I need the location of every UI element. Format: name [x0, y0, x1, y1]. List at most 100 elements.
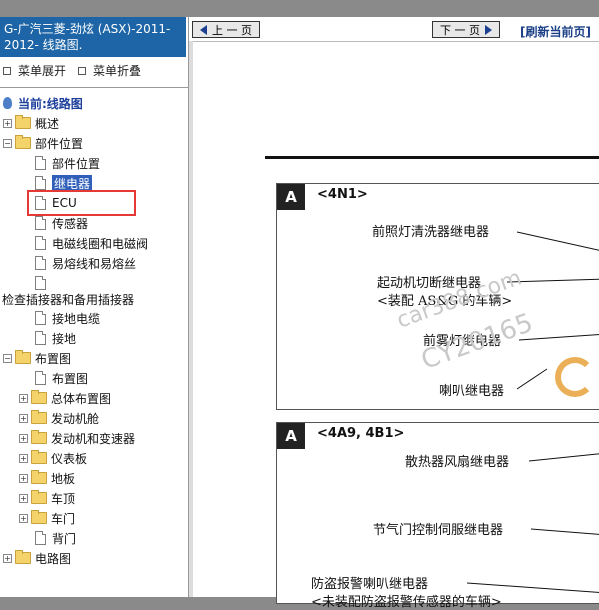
tree-item-label: 传感器 — [52, 216, 89, 231]
tree-item-label-selected: 继电器 — [52, 174, 93, 192]
current-location-label: 当前:线路图 — [18, 96, 83, 111]
tree-item-label: 车顶 — [51, 491, 76, 506]
tree-item-engine-transmission[interactable]: + 发动机和变速器 — [19, 428, 135, 448]
document-icon — [35, 531, 46, 545]
folder-icon — [15, 550, 31, 564]
document-icon — [35, 156, 46, 170]
tree-item-engine-compartment[interactable]: + 发动机舱 — [19, 408, 99, 428]
highlight-box — [27, 190, 136, 216]
tree-item-label: 检查插接器和备用插接器 — [2, 292, 135, 307]
expand-plus-icon[interactable]: + — [3, 118, 12, 128]
document-icon — [35, 311, 46, 325]
tree-item-label: 发动机和变速器 — [51, 431, 136, 446]
collapse-minus-icon[interactable]: − — [3, 138, 12, 148]
relay-diagram-panel-4a9: A <4A9, 4B1> 散热器风扇继电器 节气门控制伺服继电器 防盗报警喇叭继… — [276, 422, 599, 610]
tree-item-check-connector[interactable]: 检查插接器和备用插接器 — [2, 289, 134, 309]
tree-item-ground-cable[interactable]: 接地电缆 — [35, 308, 100, 328]
tree-item-instrument-panel[interactable]: + 仪表板 — [19, 448, 87, 468]
prev-page-button[interactable]: 上 一 页 — [192, 21, 260, 38]
tree-item-label: 布置图 — [35, 351, 72, 366]
tree-item-label: 电路图 — [35, 551, 72, 566]
refresh-page-link[interactable]: [刷新当前页] — [520, 23, 591, 40]
tree-item-floor[interactable]: + 地板 — [19, 468, 75, 488]
frame-edge — [189, 41, 193, 597]
content-frame: 上 一 页 下 一 页 [刷新当前页] A <4N1> 前照灯清洗器继电器 起动… — [189, 17, 599, 610]
location-pin-icon — [3, 97, 12, 109]
logo-mark-icon — [555, 357, 595, 397]
document-icon — [35, 276, 46, 290]
next-page-button[interactable]: 下 一 页 — [432, 21, 500, 38]
tree-item-roof[interactable]: + 车顶 — [19, 488, 75, 508]
tree-item-label: 部件位置 — [52, 156, 101, 171]
tree-item-label: 地板 — [51, 471, 76, 486]
tree-item-fusible-link[interactable]: 易熔线和易熔丝 — [35, 253, 136, 273]
tree-item-sensor[interactable]: 传感器 — [35, 213, 88, 233]
arrow-left-icon — [200, 24, 207, 35]
document-icon — [35, 256, 46, 270]
menu-collapse-button[interactable]: 菜单折叠 — [78, 62, 141, 79]
expand-plus-icon[interactable]: + — [19, 453, 28, 463]
leader-lines-2 — [466, 453, 599, 593]
navigation-panel: G-广汽三菱-劲炫 (ASX)-2011-2012- 线路图. 菜单展开 菜单折… — [0, 17, 189, 597]
tree-item-label: 部件位置 — [35, 136, 84, 151]
menu-collapse-label: 菜单折叠 — [93, 64, 142, 78]
expand-plus-icon[interactable]: + — [19, 433, 28, 443]
tree-item-general-layout[interactable]: + 总体布置图 — [19, 388, 111, 408]
expand-plus-icon[interactable]: + — [19, 493, 28, 503]
tree-item-solenoid[interactable]: 电磁线圈和电磁阀 — [35, 233, 148, 253]
folder-icon — [15, 115, 31, 129]
tree-item-label: 接地电缆 — [52, 311, 101, 326]
folder-icon — [31, 510, 47, 524]
tree-item-back-door[interactable]: 背门 — [35, 528, 76, 548]
tree-item-label: 概述 — [35, 116, 60, 131]
menu-expand-button[interactable]: 菜单展开 — [3, 62, 66, 79]
collapse-square-icon — [78, 66, 86, 75]
folder-icon — [31, 470, 47, 484]
tree-item-ground[interactable]: 接地 — [35, 328, 76, 348]
tree-item-layout-page[interactable]: 布置图 — [35, 368, 88, 388]
tree-item-label: 总体布置图 — [51, 391, 112, 406]
expand-square-icon — [3, 66, 11, 75]
expand-plus-icon[interactable]: + — [19, 393, 28, 403]
folder-icon — [31, 430, 47, 444]
tree-item-component-location[interactable]: − 部件位置 — [3, 133, 83, 153]
manual-title: G-广汽三菱-劲炫 (ASX)-2011-2012- 线路图. — [0, 17, 186, 57]
arrow-right-icon — [485, 24, 492, 35]
collapse-minus-icon[interactable]: − — [3, 353, 12, 363]
tree-item-door[interactable]: + 车门 — [19, 508, 75, 528]
folder-icon — [31, 390, 47, 404]
folder-icon — [31, 410, 47, 424]
expand-plus-icon[interactable]: + — [19, 473, 28, 483]
expand-plus-icon[interactable]: + — [19, 413, 28, 423]
tree-item-label: 背门 — [52, 531, 77, 546]
menu-expand-label: 菜单展开 — [18, 64, 67, 78]
folder-icon — [31, 490, 47, 504]
tree-item-label: 仪表板 — [51, 451, 88, 466]
page-toolbar: 上 一 页 下 一 页 [刷新当前页] — [189, 17, 599, 42]
tree-item-label: 接地 — [52, 331, 77, 346]
tree-item-label: 电磁线圈和电磁阀 — [52, 236, 149, 251]
tree-item-label: 发动机舱 — [51, 411, 100, 426]
folder-icon — [31, 450, 47, 464]
folder-open-icon — [15, 350, 31, 364]
document-icon — [35, 176, 46, 190]
current-location: 当前:线路图 — [3, 93, 83, 113]
document-icon — [35, 236, 46, 250]
tree-item-layout[interactable]: − 布置图 — [3, 348, 71, 368]
document-icon — [35, 331, 46, 345]
tree-item-circuit-diagram[interactable]: + 电路图 — [3, 548, 71, 568]
tree-item-label: 布置图 — [52, 371, 89, 386]
folder-open-icon — [15, 135, 31, 149]
tree-item-component-location-page[interactable]: 部件位置 — [35, 153, 100, 173]
tree-item-label: 车门 — [51, 511, 76, 526]
next-page-label: 下 一 页 — [440, 23, 480, 37]
expand-plus-icon[interactable]: + — [3, 553, 12, 563]
document-icon — [35, 371, 46, 385]
expand-plus-icon[interactable]: + — [19, 513, 28, 523]
leader-lines-1 — [506, 231, 599, 390]
tree-item-overview[interactable]: + 概述 — [3, 113, 59, 133]
relay-diagram-panel-4n1: A <4N1> 前照灯清洗器继电器 起动机切断继电器 <装配 AS&G 的车辆>… — [276, 183, 599, 410]
tree-item-label: 易熔线和易熔丝 — [52, 256, 137, 271]
prev-page-label: 上 一 页 — [212, 23, 252, 37]
menu-divider — [0, 87, 188, 88]
